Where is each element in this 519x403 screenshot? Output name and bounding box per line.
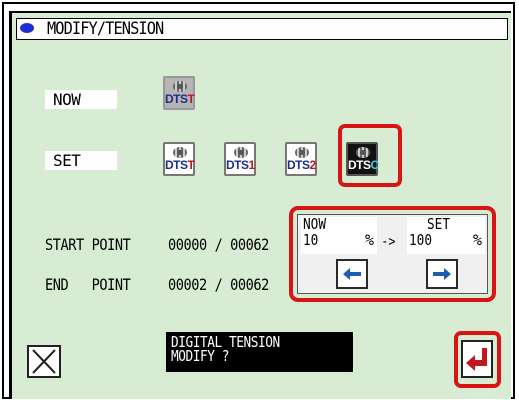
bobbin-icon: [356, 147, 370, 158]
now-label-box: NOW: [45, 90, 117, 109]
enter-return-icon: [466, 348, 487, 371]
increase-button[interactable]: [426, 259, 458, 289]
dts-prefix: DTS: [165, 158, 188, 172]
set-tension-value: 100: [409, 231, 433, 249]
dts-suffix: 2: [309, 158, 317, 172]
enter-button[interactable]: [461, 340, 493, 378]
bobbin-icon: [173, 81, 187, 92]
dts-suffix: 1: [248, 158, 256, 172]
now-tension-unit: %: [364, 231, 374, 249]
change-arrow: ->: [381, 234, 396, 250]
arrow-right-icon: [433, 268, 451, 280]
dts-prefix: DTS: [348, 158, 371, 172]
dts-prefix: DTS: [226, 158, 249, 172]
close-icon: [32, 349, 56, 374]
dts-2-button[interactable]: DTS2: [285, 142, 317, 176]
message-line-2: MODIFY ?: [171, 347, 230, 365]
dts-1-button[interactable]: DTS1: [224, 142, 256, 176]
dts-t-button[interactable]: DTST: [163, 142, 195, 176]
now-tension-box: NOW 10 %: [301, 217, 377, 254]
dts-suffix: C: [370, 158, 380, 172]
now-tension-value: 10: [303, 231, 319, 249]
dts-prefix: DTS: [287, 158, 310, 172]
set-tension-box: SET 100 %: [407, 217, 485, 254]
set-label: SET: [53, 151, 81, 170]
current-dts-icon: DTST: [163, 76, 195, 110]
set-tension-head: SET: [427, 215, 451, 233]
end-point-label: END POINT: [45, 275, 131, 294]
start-point-label: START POINT: [45, 235, 131, 254]
start-point-value: 00000 / 00062: [168, 235, 269, 254]
page-title: MODIFY/TENSION: [47, 19, 164, 39]
bobbin-icon: [295, 147, 309, 158]
now-label: NOW: [53, 90, 81, 109]
set-label-box: SET: [45, 151, 117, 170]
dts-prefix: DTS: [165, 92, 188, 106]
status-dot-icon: [20, 23, 34, 33]
bobbin-icon: [173, 147, 187, 158]
bobbin-icon: [234, 147, 248, 158]
title-bar: MODIFY/TENSION: [16, 18, 508, 40]
arrow-left-icon: [343, 268, 361, 280]
set-tension-unit: %: [472, 231, 482, 249]
dts-c-button[interactable]: DTSC: [346, 142, 380, 176]
dts-suffix: T: [187, 158, 195, 172]
decrease-button[interactable]: [336, 259, 368, 289]
cancel-button[interactable]: [27, 345, 61, 378]
confirm-message: DIGITAL TENSION MODIFY ?: [166, 332, 353, 372]
dts-suffix: T: [187, 92, 195, 106]
end-point-value: 00002 / 00062: [168, 275, 269, 294]
now-tension-head: NOW: [303, 215, 327, 233]
tension-adjust-panel: NOW 10 % -> SET 100 %: [297, 214, 488, 294]
